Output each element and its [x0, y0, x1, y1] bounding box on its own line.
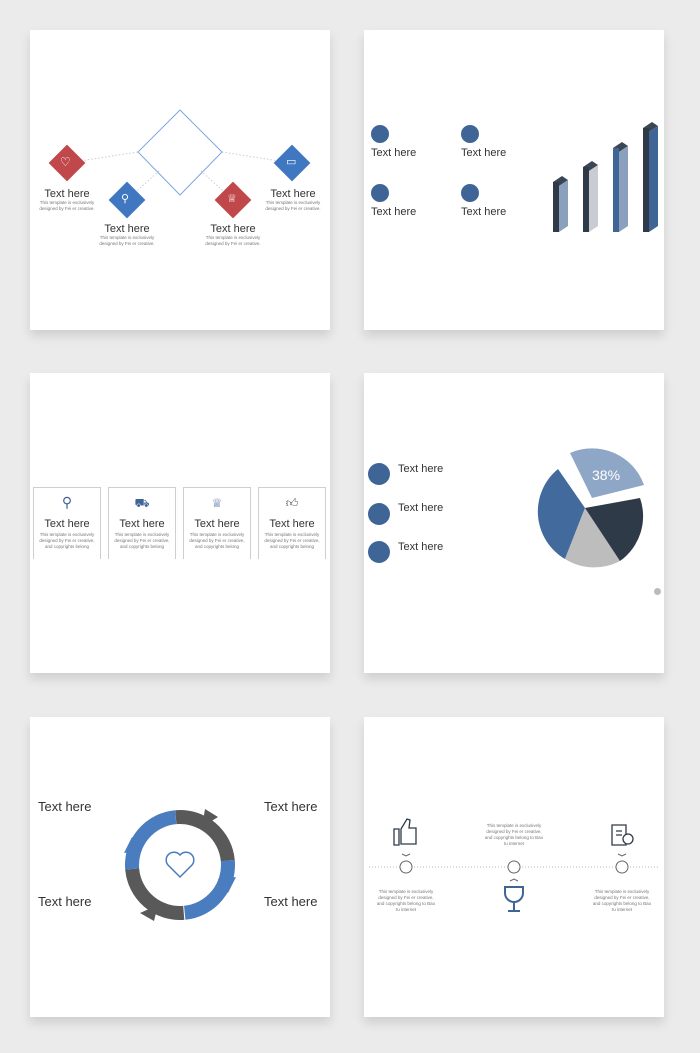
cart-icon: ⛟ — [134, 496, 150, 510]
item-desc: This template is exclusively designed by… — [265, 200, 321, 211]
slide-diamond-diagram[interactable]: ♡ ⚲ ♕ ▭ Text here This template is exclu… — [30, 30, 330, 330]
slide-timeline[interactable]: This template is exclusively designed by… — [364, 717, 664, 1017]
item-title: Text here — [210, 223, 256, 235]
item-title: Text here — [371, 147, 417, 159]
search-icon: ⚲ — [61, 494, 73, 510]
bar-4 — [643, 122, 658, 232]
item-search: Text here This template is exclusively d… — [87, 223, 167, 247]
item-trophy: Text here This template is exclusively d… — [193, 223, 273, 247]
item-desc: This template is exclusively designed by… — [205, 235, 261, 246]
feature-box-thumbs-up: 👍︎ Text here This template is exclusivel… — [258, 487, 326, 559]
slide-pie-graphic[interactable]: Text here Text here Text here 38% — [364, 373, 664, 673]
feature-box-search: ⚲ Text here This template is exclusively… — [33, 487, 101, 559]
heart-icon — [165, 851, 195, 879]
trophy-icon — [504, 886, 524, 912]
pie-percent-label: 38% — [592, 467, 621, 483]
item-desc: This template is exclusively designed by… — [114, 532, 170, 549]
slide-cycle-diagram[interactable]: Text here Text here Text here Text here — [30, 717, 330, 1017]
3d-bars-graphic — [553, 122, 658, 232]
item-title: Text here — [461, 206, 507, 218]
timeline-desc: This template is exclusively designed by… — [376, 889, 436, 912]
item-title: Text here — [398, 463, 444, 475]
zoom-out-icon — [368, 541, 390, 563]
item-desc: This template is exclusively designed by… — [39, 532, 95, 549]
item-heart: Text here This template is exclusively d… — [27, 188, 107, 212]
document-icon — [461, 184, 479, 202]
item-title: Text here — [119, 518, 165, 530]
trophy-icon: ♕ — [211, 496, 223, 510]
item-title: Text here — [44, 188, 90, 200]
slide-bar-graphic[interactable]: Text here Text here Text here Text here — [364, 30, 664, 330]
item-title: Text here — [270, 188, 316, 200]
item-desc: This template is exclusively designed by… — [99, 235, 155, 246]
location-icon — [371, 184, 389, 202]
feature-box-cart: ⛟ Text here This template is exclusively… — [108, 487, 176, 559]
item-title: Text here — [44, 518, 90, 530]
item-title: Text here — [461, 147, 507, 159]
bar-1 — [553, 176, 568, 232]
timeline — [369, 818, 659, 912]
timeline-desc: This template is exclusively designed by… — [592, 889, 652, 912]
item-desc: This template is exclusively designed by… — [39, 200, 95, 211]
connector-lines — [66, 109, 293, 201]
slide-four-boxes[interactable]: ⚲ Text here This template is exclusively… — [30, 373, 330, 673]
item-title: Text here — [398, 541, 444, 553]
cycle-label: Text here — [38, 799, 92, 814]
item-title: Text here — [194, 518, 240, 530]
lock-icon — [371, 125, 389, 143]
item-desc: This template is exclusively designed by… — [264, 532, 320, 549]
nav-dot[interactable] — [654, 588, 661, 595]
cycle-label: Text here — [264, 894, 318, 909]
monitor-icon — [368, 503, 390, 525]
thumbs-up-icon: 👍︎ — [285, 496, 299, 510]
cycle-label: Text here — [38, 894, 92, 909]
item-title: Text here — [398, 502, 444, 514]
item-title: Text here — [104, 223, 150, 235]
feature-box-trophy: ♕ Text here This template is exclusively… — [183, 487, 251, 559]
item-title: Text here — [371, 206, 417, 218]
item-title: Text here — [269, 518, 315, 530]
thumbs-up-icon — [393, 818, 417, 846]
cycle-arrows — [124, 809, 236, 921]
timeline-desc: This template is exclusively designed by… — [484, 823, 544, 846]
trophy-icon — [461, 125, 479, 143]
bar-2 — [583, 161, 598, 232]
center-diamond — [137, 109, 223, 196]
cycle-label: Text here — [264, 799, 318, 814]
item-desc: This template is exclusively designed by… — [189, 532, 245, 549]
bar-3 — [613, 142, 628, 232]
pie-graphic — [537, 448, 644, 568]
item-chat: Text here This template is exclusively d… — [253, 188, 333, 212]
chat-icon — [368, 463, 390, 485]
